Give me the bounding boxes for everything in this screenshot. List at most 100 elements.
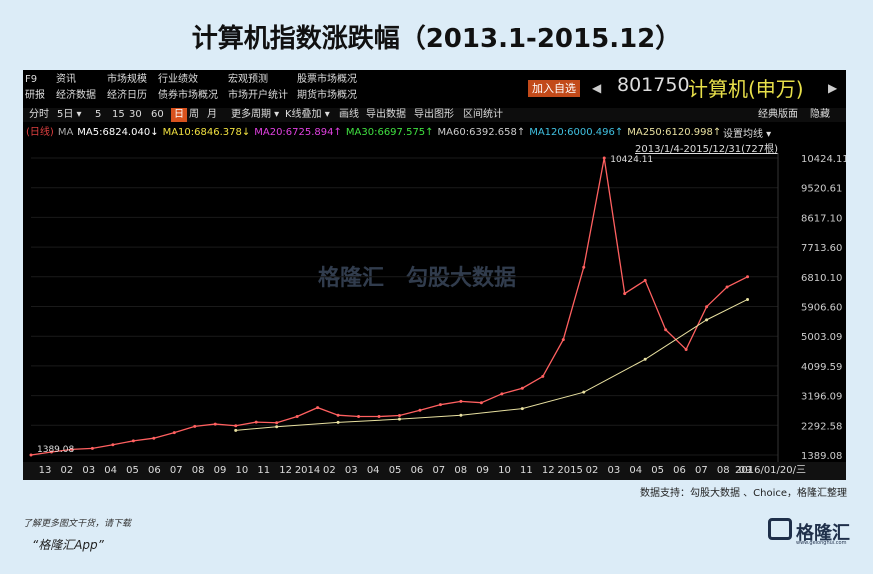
chart-panel: F9 资讯 市场规模 行业绩效 宏观预测 股票市场概况 研报 经济数据 经济日历 债券市场概况 市场… bbox=[23, 70, 846, 480]
x-tick-label: 11 bbox=[520, 465, 533, 476]
data-point bbox=[438, 403, 442, 407]
x-tick-label: 09 bbox=[214, 465, 227, 476]
x-tick-label: 08 bbox=[454, 465, 467, 476]
y-tick-label: 6810.10 bbox=[801, 273, 842, 284]
data-point bbox=[623, 292, 627, 296]
data-source: 数据支持：勾股大数据 、Choice，格隆汇整理 bbox=[639, 488, 847, 499]
data-point bbox=[520, 407, 524, 411]
x-tick-label: 02 bbox=[61, 465, 74, 476]
data-point bbox=[275, 425, 279, 429]
data-point bbox=[746, 275, 750, 279]
data-point bbox=[131, 439, 135, 443]
data-point bbox=[357, 415, 361, 419]
x-tick-label: 12 bbox=[279, 465, 292, 476]
y-tick-label: 7713.60 bbox=[801, 243, 842, 254]
x-tick-label: 2014 bbox=[295, 465, 320, 476]
data-point bbox=[602, 156, 606, 160]
data-point bbox=[459, 413, 463, 417]
data-point bbox=[459, 399, 463, 403]
x-tick-label: 08 bbox=[717, 465, 730, 476]
data-point bbox=[725, 285, 729, 289]
data-point bbox=[705, 318, 709, 322]
data-point bbox=[684, 347, 688, 351]
data-point bbox=[561, 338, 565, 342]
high-annotation: 10424.11 bbox=[610, 155, 653, 165]
data-point bbox=[336, 413, 340, 417]
x-tick-label: 07 bbox=[432, 465, 445, 476]
download-hint: 了解更多图文干货，请下载 bbox=[23, 519, 132, 529]
data-point bbox=[111, 443, 115, 447]
x-tick-label: 13 bbox=[39, 465, 52, 476]
logo-url: www.gelonghui.com bbox=[796, 540, 847, 546]
x-tick-label: 06 bbox=[673, 465, 686, 476]
data-point bbox=[275, 421, 279, 425]
x-tick-label: 07 bbox=[170, 465, 183, 476]
y-tick-label: 1389.08 bbox=[801, 451, 842, 462]
data-point bbox=[213, 422, 217, 426]
y-tick-label: 10424.11 bbox=[801, 154, 846, 165]
data-point bbox=[582, 265, 586, 269]
data-point bbox=[398, 414, 401, 418]
x-tick-label: 05 bbox=[126, 465, 139, 476]
data-point bbox=[234, 424, 238, 428]
data-point bbox=[643, 278, 647, 282]
x-tick-label: 05 bbox=[651, 465, 664, 476]
x-tick-label: 05 bbox=[389, 465, 402, 476]
x-tick-label: 09 bbox=[476, 465, 489, 476]
x-tick-label: 08 bbox=[192, 465, 205, 476]
data-point bbox=[479, 401, 483, 405]
x-tick-label: 04 bbox=[629, 465, 642, 476]
data-point bbox=[418, 408, 422, 412]
data-point bbox=[336, 420, 340, 424]
data-point bbox=[705, 305, 709, 309]
data-point bbox=[90, 446, 94, 450]
x-tick-label: 10 bbox=[498, 465, 511, 476]
data-point bbox=[746, 297, 750, 301]
low-annotation: 1389.08 bbox=[37, 445, 74, 455]
data-point bbox=[541, 374, 545, 378]
x-tick-label: 03 bbox=[607, 465, 620, 476]
data-point bbox=[582, 390, 586, 394]
y-tick-label: 2292.58 bbox=[801, 421, 842, 432]
data-point bbox=[316, 406, 320, 410]
data-point bbox=[520, 386, 524, 390]
data-point bbox=[500, 392, 504, 396]
x-tick-label: 07 bbox=[695, 465, 708, 476]
x-tick-label: 03 bbox=[82, 465, 95, 476]
x-tick-label: 11 bbox=[257, 465, 270, 476]
x-tick-label: 04 bbox=[104, 465, 117, 476]
data-point bbox=[152, 436, 156, 440]
app-name: “格隆汇App” bbox=[32, 538, 104, 552]
logo-icon bbox=[768, 518, 792, 540]
y-tick-label: 5906.60 bbox=[801, 302, 842, 313]
x-tick-label: 06 bbox=[411, 465, 424, 476]
series-line bbox=[235, 299, 748, 431]
page-title: 计算机指数涨跌幅（2013.1-2015.12） bbox=[191, 24, 682, 54]
brand-logo: 格隆汇 www.gelonghui.com bbox=[768, 518, 852, 548]
data-point bbox=[172, 431, 176, 435]
x-tick-label: 12 bbox=[542, 465, 555, 476]
y-tick-label: 5003.09 bbox=[801, 332, 842, 343]
y-tick-label: 4099.59 bbox=[801, 362, 842, 373]
data-point bbox=[664, 328, 668, 332]
x-tick-label: 2015 bbox=[557, 465, 582, 476]
x-tick-label: 03 bbox=[345, 465, 358, 476]
x-tick-label: 06 bbox=[148, 465, 161, 476]
data-point bbox=[643, 357, 647, 361]
x-tick-label: 10 bbox=[236, 465, 249, 476]
data-point bbox=[398, 417, 401, 421]
x-tick-label: 04 bbox=[367, 465, 380, 476]
data-point bbox=[254, 420, 258, 424]
price-chart[interactable]: 10424.11 9520.61 8617.10 7713.60 6810.10 5906… bbox=[23, 70, 846, 480]
x-tick-label: 02 bbox=[323, 465, 336, 476]
data-point bbox=[234, 428, 238, 432]
cursor-date-label: 2016/01/20/三 bbox=[735, 465, 806, 476]
data-point bbox=[29, 453, 33, 457]
data-point bbox=[295, 415, 299, 419]
data-point bbox=[377, 415, 381, 419]
y-tick-label: 3196.09 bbox=[801, 392, 842, 403]
y-tick-label: 9520.61 bbox=[801, 184, 842, 195]
data-point bbox=[193, 424, 197, 428]
y-tick-label: 8617.10 bbox=[801, 213, 842, 224]
x-tick-label: 02 bbox=[586, 465, 599, 476]
